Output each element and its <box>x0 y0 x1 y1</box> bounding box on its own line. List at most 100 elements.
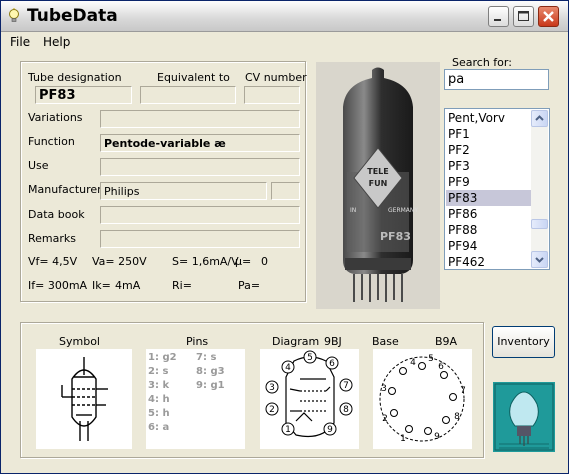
base-image: 4 5 6 7 8 9 3 2 1 <box>373 349 472 449</box>
title-bar[interactable]: TubeData <box>1 1 568 32</box>
manufacturer-field[interactable]: Philips <box>100 182 267 200</box>
scroll-down-button[interactable] <box>531 251 548 268</box>
inventory-button[interactable]: Inventory <box>492 326 555 358</box>
base-pin-2: 2 <box>382 414 388 424</box>
list-item[interactable]: PF462 <box>446 254 531 269</box>
diagram-pin-3: 3 <box>269 383 275 393</box>
pins-label: Pins <box>186 335 209 348</box>
diagram-pin-1: 1 <box>285 425 291 435</box>
diagram-code: 9BJ <box>324 335 342 348</box>
pin-entry: 1: g2 <box>148 352 177 363</box>
list-item[interactable]: PF9 <box>446 174 531 190</box>
variations-label: Variations <box>28 111 83 124</box>
databook-label: Data book <box>28 208 85 221</box>
diagram-pin-8: 8 <box>343 405 349 415</box>
manufacturer-label: Manufacturer <box>28 183 102 196</box>
photo-print-germany: GERMANY <box>388 207 418 214</box>
mu-label: µ= <box>235 255 252 268</box>
use-label: Use <box>28 159 49 172</box>
pin-entry: 2: s <box>148 366 169 377</box>
close-button[interactable] <box>538 6 559 27</box>
pin-entry: 5: h <box>148 408 170 419</box>
base-pin-3: 3 <box>381 384 387 394</box>
designation-field[interactable]: PF83 <box>35 86 132 104</box>
equivalent-label: Equivalent to <box>157 71 230 84</box>
results-scrollbar[interactable] <box>531 110 548 268</box>
menu-help[interactable]: Help <box>43 35 70 49</box>
tube-photo: TELE FUN IN GERMANY PF83 <box>316 62 440 309</box>
chevron-down-icon <box>535 257 544 263</box>
lightbulb-icon <box>9 8 19 22</box>
remarks-field[interactable] <box>100 230 300 248</box>
diagram-pin-7: 7 <box>343 381 349 391</box>
menu-bar: File Help <box>1 32 568 52</box>
base-pin-5: 5 <box>428 354 434 364</box>
variations-field[interactable] <box>100 110 300 128</box>
tube-data-logo <box>493 382 555 452</box>
va-value: Va= 250V <box>92 255 147 268</box>
pin-entry: 3: k <box>148 380 170 391</box>
close-icon <box>543 11 554 22</box>
base-pin-1: 1 <box>400 434 406 444</box>
diagram-pin-4: 4 <box>285 363 291 373</box>
search-label: Search for: <box>452 56 512 69</box>
ri-value: Ri= <box>172 279 192 292</box>
list-item[interactable]: PF3 <box>446 158 531 174</box>
photo-print-in: IN <box>350 207 356 214</box>
pins-list: 1: g2 2: s 3: k 4: h 5: h 6: a 7: s 8: g3 9: g1 <box>146 349 245 449</box>
search-input[interactable] <box>444 69 549 90</box>
list-item[interactable]: PF83 <box>446 190 531 206</box>
diagram-label: Diagram <box>272 335 320 348</box>
list-item[interactable]: PF2 <box>446 142 531 158</box>
base-pin-7: 7 <box>460 386 466 396</box>
scroll-up-button[interactable] <box>531 110 548 127</box>
base-pin-8: 8 <box>454 412 460 422</box>
photo-print-fun: FUN <box>369 179 388 188</box>
diagram-pin-9: 9 <box>327 425 333 435</box>
photo-print-type: PF83 <box>380 230 411 243</box>
designation-label: Tube designation <box>28 71 122 84</box>
results-listbox[interactable]: Pent,Vorv PF1 PF2 PF3 PF9 PF83 PF86 PF88 PF94 PF4… <box>444 108 550 270</box>
cv-number-label: CV number <box>245 71 307 84</box>
cv-number-field[interactable] <box>244 86 300 104</box>
pin-entry: 6: a <box>148 422 170 433</box>
maximize-icon <box>518 11 529 21</box>
use-field[interactable] <box>100 158 300 176</box>
base-pin-4: 4 <box>410 358 416 368</box>
menu-file[interactable]: File <box>10 35 30 49</box>
app-window: TubeData File Help Tube designation Equi… <box>0 0 569 474</box>
pin-diagram-image: 4 5 6 7 8 9 1 2 3 <box>260 349 359 449</box>
ik-value: 4mA <box>115 279 141 292</box>
list-item[interactable]: PF94 <box>446 238 531 254</box>
if-value: If= 300mA <box>28 279 88 292</box>
tube-symbol-image <box>36 349 132 449</box>
base-code: B9A <box>435 335 458 348</box>
mu-value: 0 <box>261 255 268 268</box>
manufacturer-extra-field[interactable] <box>271 182 300 200</box>
pin-entry: 9: g1 <box>196 380 225 391</box>
maximize-button[interactable] <box>513 6 534 27</box>
diagram-pin-5: 5 <box>307 353 313 363</box>
symbol-label: Symbol <box>59 335 100 348</box>
ik-label: Ik= <box>92 279 111 292</box>
databook-field[interactable] <box>100 206 300 224</box>
list-item[interactable]: PF1 <box>446 126 531 142</box>
minimize-icon <box>494 19 501 21</box>
base-label: Base <box>372 335 399 348</box>
pa-value: Pa= <box>238 279 261 292</box>
minimize-button[interactable] <box>488 6 509 27</box>
list-item[interactable]: Pent,Vorv <box>446 110 531 126</box>
diagram-pin-6: 6 <box>329 359 335 369</box>
window-title: TubeData <box>27 6 118 26</box>
diagram-pin-2: 2 <box>269 405 275 415</box>
base-pin-6: 6 <box>438 362 444 372</box>
pin-entry: 7: s <box>196 352 217 363</box>
list-item[interactable]: PF88 <box>446 222 531 238</box>
vf-value: Vf= 4,5V <box>28 255 78 268</box>
chevron-up-icon <box>535 115 544 121</box>
function-field[interactable]: Pentode-variable æ <box>100 134 300 152</box>
pin-entry: 4: h <box>148 394 170 405</box>
scroll-thumb[interactable] <box>531 219 548 229</box>
equivalent-field[interactable] <box>140 86 236 104</box>
list-item[interactable]: PF86 <box>446 206 531 222</box>
